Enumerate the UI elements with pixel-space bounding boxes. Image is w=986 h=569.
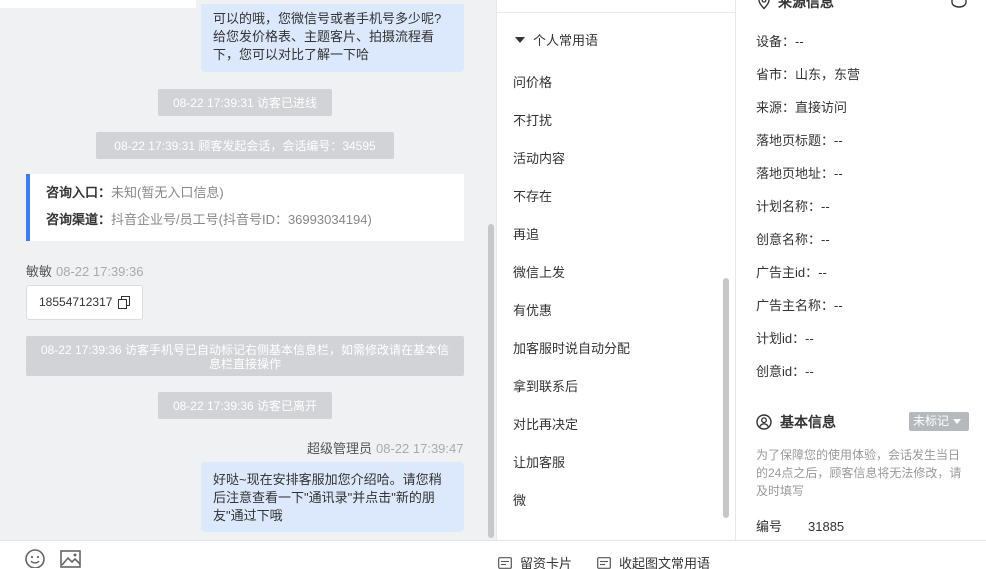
collapse-phrases-label: 收起图文常用语	[619, 556, 711, 569]
source-plan-name: 计划名称：--	[756, 199, 830, 214]
visitor-sender: 敏敏 08-22 17:39:36	[26, 261, 143, 280]
user-circle-icon	[756, 414, 772, 430]
emoji-icon[interactable]	[25, 548, 47, 568]
source-info-title: 来源信息	[778, 0, 834, 10]
phrase-group-label: 个人常用语	[533, 33, 599, 48]
mark-status-label: 未标记	[913, 414, 950, 428]
phrase-item[interactable]: 加客服时说自动分配	[513, 338, 630, 357]
source-creative-id: 创意id：--	[756, 364, 814, 379]
message-icon	[597, 556, 611, 569]
consult-channel-value: 抖音企业号/员工号(抖音号ID：36993034194)	[111, 212, 372, 227]
source-landing-title: 落地页标题：--	[756, 133, 843, 148]
phrase-item[interactable]: 微	[513, 490, 526, 509]
chat-panel: 可以的哦，您微信号或者手机号多少呢?给您发价格表、主题客片、拍摄流程看下，您可以…	[0, 0, 496, 540]
source-landing-url: 落地页地址：--	[756, 166, 843, 181]
phrase-item[interactable]: 问价格	[513, 72, 552, 91]
phrase-item[interactable]: 让加客服	[513, 452, 565, 471]
basic-info-header: 基本信息	[756, 412, 836, 432]
phrase-group-header[interactable]: 个人常用语	[515, 30, 598, 49]
visitor-phone-text: 18554712317	[39, 295, 113, 309]
chat-scrollbar[interactable]	[488, 224, 494, 538]
consult-entry-row: 咨询入口：未知(暂无入口信息)	[46, 184, 464, 202]
phrase-item[interactable]: 微信上发	[513, 262, 565, 281]
phrase-item[interactable]: 活动内容	[513, 148, 565, 167]
source-province-city: 省市：山东，东营	[756, 67, 861, 82]
basic-info-title: 基本信息	[780, 414, 836, 430]
source-origin: 来源：直接访问	[756, 100, 848, 115]
phrase-item[interactable]: 拿到联系后	[513, 376, 578, 395]
source-advertiser-name: 广告主名称：--	[756, 298, 843, 313]
agent-message-bubble-latest: 好哒~现在安排客服加您介绍哈。请您稍后注意查看一下"通讯录"并点击"新的朋友"通…	[201, 462, 464, 532]
system-message-visitor-entered: 08-22 17:39:31 访客已进线	[158, 89, 332, 116]
phrases-scrollbar[interactable]	[723, 278, 729, 518]
consult-channel-label: 咨询渠道：	[46, 212, 112, 227]
consult-channel-row: 咨询渠道：抖音企业号/员工号(抖音号ID：36993034194)	[46, 211, 464, 229]
admin-time: 08-22 17:39:47	[376, 441, 464, 456]
phrase-item[interactable]: 不打扰	[513, 110, 552, 129]
customer-id-value: 31885	[808, 519, 845, 534]
source-advertiser-id: 广告主id：--	[756, 265, 827, 280]
copy-icon[interactable]	[118, 296, 130, 309]
consult-entry-value: 未知(暂无入口信息)	[111, 185, 224, 200]
phrase-item[interactable]: 不存在	[513, 186, 552, 205]
shield-icon[interactable]	[950, 0, 968, 8]
caret-down-icon	[515, 36, 525, 43]
consult-entry-label: 咨询入口：	[46, 185, 112, 200]
visitor-name: 敏敏	[26, 264, 53, 279]
visitor-time: 08-22 17:39:36	[56, 264, 144, 279]
phrase-item[interactable]: 再追	[513, 224, 539, 243]
leave-card-button[interactable]: 留资卡片	[498, 553, 572, 569]
source-creative-name: 创意名称：--	[756, 232, 830, 247]
caret-down-icon	[953, 419, 962, 425]
image-icon[interactable]	[60, 548, 82, 568]
consult-info-card: 咨询入口：未知(暂无入口信息) 咨询渠道：抖音企业号/员工号(抖音号ID：369…	[26, 174, 464, 241]
customer-id-label: 编号	[756, 519, 783, 534]
admin-sender: 超级管理员 08-22 17:39:47	[307, 438, 463, 457]
system-message-session-started: 08-22 17:39:31 顾客发起会话，会话编号：34595	[96, 132, 394, 159]
admin-name: 超级管理员	[307, 441, 373, 456]
input-toolbar	[0, 540, 986, 569]
mark-status-dropdown[interactable]: 未标记	[909, 412, 969, 431]
phrase-item[interactable]: 有优惠	[513, 300, 552, 319]
customer-id-row: 编号 31885	[756, 516, 844, 535]
leave-card-label: 留资卡片	[520, 556, 573, 569]
phrases-panel: 个人常用语 问价格 不打扰 活动内容 不存在 再追 微信上发 有优惠 加客服时说…	[496, 0, 736, 540]
phrase-item[interactable]: 对比再决定	[513, 414, 578, 433]
customer-info-panel: 来源信息 设备：-- 省市：山东，东营 来源：直接访问 落地页标题：-- 落地页…	[736, 0, 986, 540]
agent-message-bubble: 可以的哦，您微信号或者手机号多少呢?给您发价格表、主题客片、拍摄流程看下，您可以…	[201, 4, 464, 72]
system-message-phone-marked: 08-22 17:39:36 访客手机号已自动标记右侧基本信息栏，如需修改请在基…	[26, 336, 464, 376]
location-pin-icon	[758, 0, 770, 10]
collapse-phrases-button[interactable]: 收起图文常用语	[597, 553, 710, 569]
system-message-visitor-left: 08-22 17:39:36 访客已离开	[158, 392, 332, 419]
source-plan-id: 计划id：--	[756, 331, 814, 346]
source-device: 设备：--	[756, 34, 804, 49]
visitor-phone-message: 18554712317	[26, 285, 143, 320]
divider	[497, 12, 735, 13]
source-info-header: 来源信息	[756, 0, 834, 12]
card-icon	[498, 556, 512, 569]
edit-deadline-notice: 为了保障您的使用体验，会话发生当日的24点之后，顾客信息将无法修改，请及时填写	[756, 448, 962, 498]
chat-top-strip	[0, 0, 196, 8]
